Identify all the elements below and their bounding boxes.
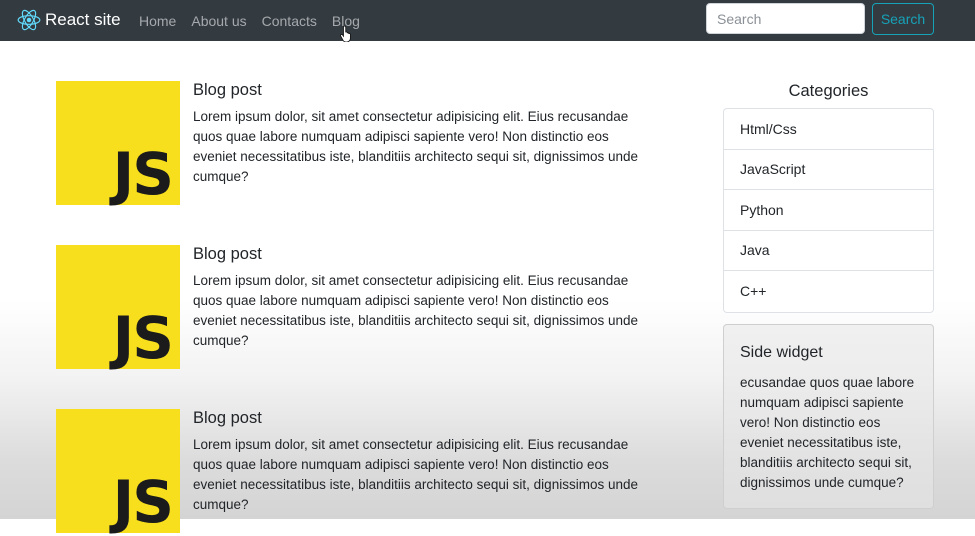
nav-link-contacts[interactable]: Contacts	[262, 13, 317, 29]
category-item-cpp[interactable]: C++	[724, 271, 933, 312]
categories-title: Categories	[788, 82, 869, 100]
brand-link[interactable]: React site	[16, 6, 121, 34]
nav-link-about[interactable]: About us	[191, 13, 246, 29]
categories-list: Html/Css JavaScript Python Java C++	[723, 108, 934, 313]
post-thumbnail[interactable]: JS	[56, 81, 180, 205]
post-thumbnail[interactable]: JS	[56, 245, 180, 369]
post-text: Lorem ipsum dolor, sit amet consectetur …	[193, 437, 638, 512]
side-widget: Side widget ecusandae quos quae labore n…	[723, 324, 934, 509]
category-item-html-css[interactable]: Html/Css	[724, 109, 933, 150]
side-widget-text: ecusandae quos quae labore numquam adipi…	[740, 375, 915, 490]
js-logo-text: JS	[112, 304, 174, 372]
post-title[interactable]: Blog post	[193, 409, 262, 428]
post-text: Lorem ipsum dolor, sit amet consectetur …	[193, 109, 638, 184]
post-thumbnail[interactable]: JS	[56, 409, 180, 533]
hand-pointer-icon	[340, 26, 351, 42]
category-item-java[interactable]: Java	[724, 231, 933, 271]
js-logo-text: JS	[112, 140, 174, 208]
nav-link-home[interactable]: Home	[139, 13, 176, 29]
category-item-javascript[interactable]: JavaScript	[724, 150, 933, 190]
react-logo-icon	[17, 9, 41, 31]
post-title[interactable]: Blog post	[193, 81, 262, 100]
post-title[interactable]: Blog post	[193, 245, 262, 264]
side-widget-title: Side widget	[740, 344, 823, 361]
search-button[interactable]: Search	[872, 3, 934, 35]
navbar: React site Home About us Contacts Blog S…	[0, 0, 975, 41]
search-input[interactable]	[706, 3, 865, 34]
category-item-python[interactable]: Python	[724, 190, 933, 231]
post-text: Lorem ipsum dolor, sit amet consectetur …	[193, 273, 638, 348]
js-logo-text: JS	[112, 468, 174, 536]
brand-label: React site	[45, 10, 121, 29]
